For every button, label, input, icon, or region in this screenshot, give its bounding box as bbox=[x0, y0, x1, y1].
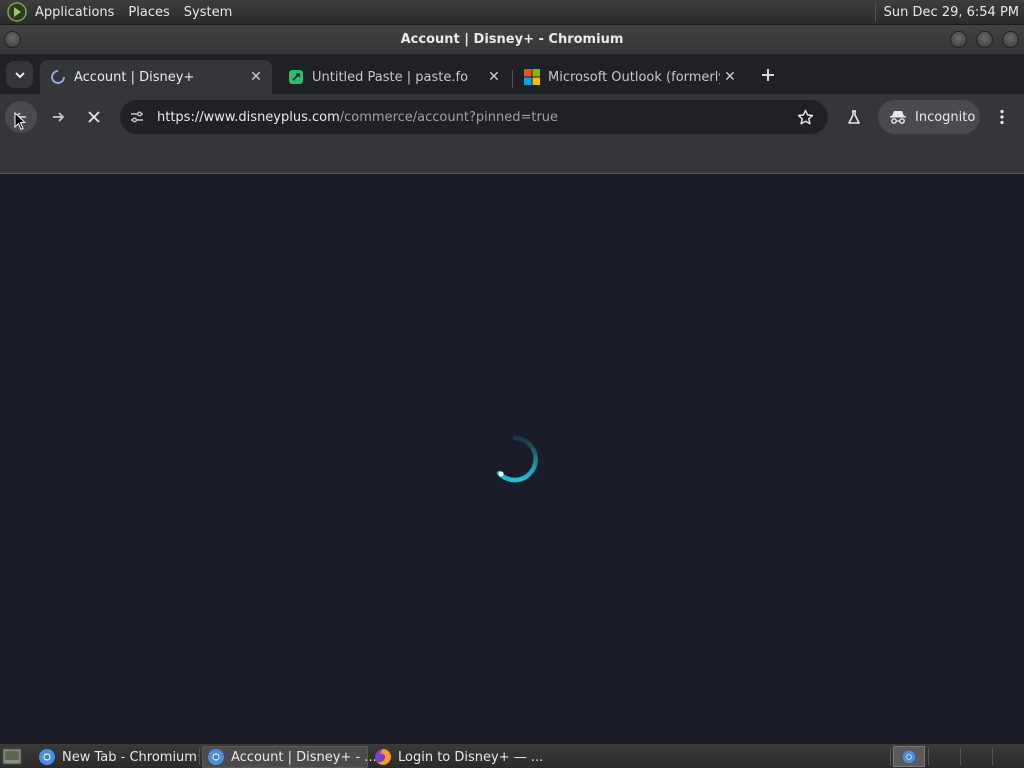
labs-button[interactable] bbox=[838, 101, 870, 133]
window-title: Account | Disney+ - Chromium bbox=[400, 32, 624, 47]
tab-divider bbox=[512, 70, 513, 88]
url-path: /commerce/account?pinned=true bbox=[339, 109, 559, 125]
stop-loading-button[interactable] bbox=[78, 101, 110, 133]
bookmark-star-icon[interactable] bbox=[797, 109, 814, 126]
chevron-down-icon bbox=[14, 71, 25, 78]
close-tab-icon[interactable]: ✕ bbox=[484, 67, 504, 87]
minimize-button[interactable] bbox=[950, 31, 967, 48]
paste-fo-icon bbox=[289, 70, 303, 84]
places-menu[interactable]: Places bbox=[121, 0, 176, 25]
url-host: https://www.disneyplus.com bbox=[157, 109, 340, 125]
clock[interactable]: Sun Dec 29, 6:54 PM bbox=[884, 5, 1024, 20]
browser-menu-button[interactable] bbox=[986, 101, 1018, 133]
new-tab-button[interactable] bbox=[757, 64, 779, 86]
plus-icon bbox=[762, 69, 774, 81]
taskbar-separator bbox=[199, 748, 200, 765]
arrow-right-icon bbox=[53, 112, 65, 122]
tab-strip: Account | Disney+ ✕ Untitled Paste | pas… bbox=[0, 54, 1024, 94]
close-tab-icon[interactable]: ✕ bbox=[720, 67, 740, 87]
incognito-icon bbox=[890, 111, 906, 124]
panel-separator bbox=[874, 3, 876, 21]
page-content bbox=[0, 175, 1024, 743]
window-titlebar[interactable]: Account | Disney+ - Chromium bbox=[0, 25, 1024, 54]
panel-right: Sun Dec 29, 6:54 PM bbox=[874, 0, 1024, 25]
maximize-button[interactable] bbox=[976, 31, 993, 48]
loading-spinner bbox=[496, 435, 538, 483]
system-menu[interactable]: System bbox=[177, 0, 239, 25]
firefox-icon bbox=[375, 749, 391, 765]
workspace-separator bbox=[928, 748, 929, 765]
show-desktop-icon[interactable] bbox=[2, 747, 22, 766]
taskbar-item-label: Login to Disney+ — ... bbox=[398, 749, 544, 765]
chromium-icon bbox=[902, 750, 916, 763]
panel-menus: Applications Places System bbox=[0, 0, 239, 25]
taskbar-item-label: Account | Disney+ - ... bbox=[231, 749, 377, 765]
top-panel: Applications Places System Sun Dec 29, 6… bbox=[0, 0, 1024, 25]
taskbar: New Tab - Chromium Account | Disney+ - .… bbox=[0, 743, 1024, 768]
incognito-indicator[interactable]: Incognito bbox=[878, 100, 980, 134]
flask-icon bbox=[848, 110, 860, 124]
tab-title: Untitled Paste | paste.fo bbox=[312, 69, 469, 85]
microsoft-icon bbox=[524, 69, 540, 85]
tab-search-button[interactable] bbox=[6, 61, 33, 88]
taskbar-separator bbox=[890, 748, 891, 765]
gnome-foot-icon[interactable] bbox=[6, 1, 28, 23]
tab-title: Microsoft Outlook (formerly bbox=[548, 69, 720, 85]
loading-spinner-icon bbox=[51, 70, 65, 84]
close-window-button[interactable] bbox=[1002, 31, 1019, 48]
window-menu-button[interactable] bbox=[4, 31, 21, 48]
workspace-separator bbox=[992, 748, 993, 765]
chromium-icon bbox=[39, 749, 55, 765]
tab-title: Account | Disney+ bbox=[74, 69, 195, 85]
mouse-cursor-icon bbox=[14, 112, 26, 131]
bookmarks-bar bbox=[0, 140, 1024, 174]
taskbar-item-account-disney[interactable]: Account | Disney+ - ... bbox=[202, 746, 377, 768]
more-vertical-icon bbox=[1000, 109, 1004, 125]
address-bar[interactable]: https://www.disneyplus.com/commerce/acco… bbox=[120, 100, 828, 134]
close-tab-icon[interactable]: ✕ bbox=[246, 67, 266, 87]
forward-button[interactable] bbox=[42, 101, 74, 133]
taskbar-item-login-disney[interactable]: Login to Disney+ — ... bbox=[370, 746, 546, 768]
tab-paste-fo[interactable]: Untitled Paste | paste.fo ✕ bbox=[278, 60, 510, 94]
incognito-label: Incognito bbox=[915, 109, 976, 125]
tab-account-disney[interactable]: Account | Disney+ ✕ bbox=[40, 60, 272, 94]
tab-outlook[interactable]: Microsoft Outlook (formerly ✕ bbox=[514, 60, 746, 94]
site-settings-icon[interactable] bbox=[129, 109, 145, 125]
applications-menu[interactable]: Applications bbox=[28, 0, 121, 25]
close-icon bbox=[88, 111, 100, 123]
browser-toolbar: https://www.disneyplus.com/commerce/acco… bbox=[0, 94, 1024, 140]
workspace-1[interactable] bbox=[893, 746, 925, 767]
taskbar-item-label: New Tab - Chromium bbox=[62, 749, 197, 765]
chromium-icon bbox=[208, 749, 224, 765]
workspace-separator bbox=[960, 748, 961, 765]
taskbar-item-new-tab[interactable]: New Tab - Chromium bbox=[34, 746, 197, 768]
